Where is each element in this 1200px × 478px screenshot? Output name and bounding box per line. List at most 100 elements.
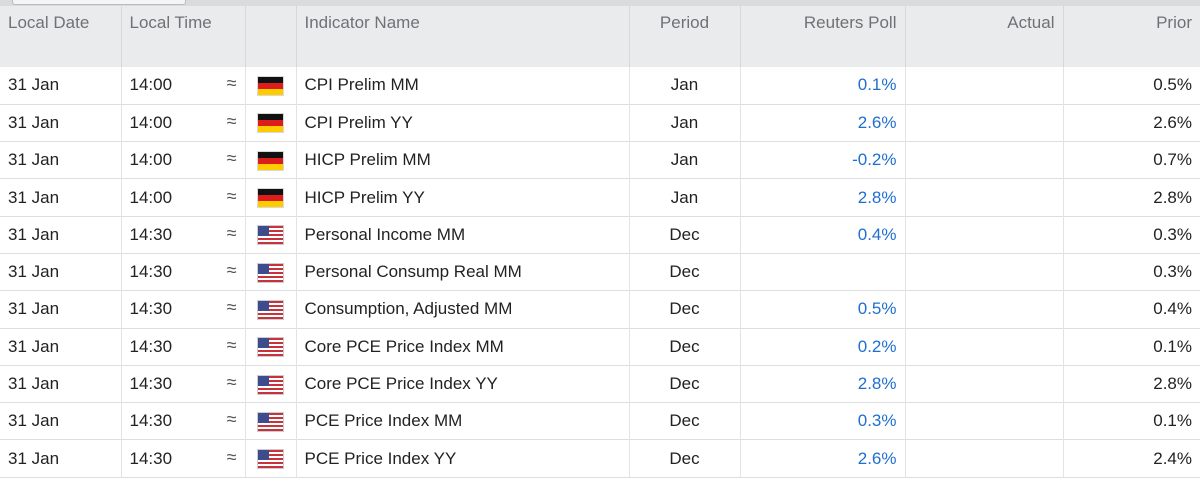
cell-indicator-name[interactable]: PCE Price Index YY [296, 439, 630, 478]
germany-flag-icon [258, 189, 283, 208]
cell-indicator-name[interactable]: HICP Prelim MM [296, 141, 630, 179]
cell-indicator-name[interactable]: Core PCE Price Index YY [296, 365, 630, 403]
cell-actual [905, 141, 1064, 179]
cell-prior: 0.1% [1153, 411, 1192, 431]
time-value: 14:00 [129, 150, 173, 170]
approx-icon: ≈ [226, 297, 237, 318]
cell-flag [245, 328, 297, 366]
header-actual[interactable]: Actual [905, 6, 1064, 67]
time-value: 14:30 [129, 262, 173, 282]
header-period[interactable]: Period [629, 6, 741, 67]
cell-reuters-poll: 2.8% [740, 178, 906, 217]
cell-reuters-poll: 0.2% [740, 328, 906, 366]
cell-date: 31 Jan [0, 328, 122, 366]
cell-actual [905, 365, 1064, 403]
cell-prior: 0.4% [1153, 299, 1192, 319]
table-row[interactable]: 31 Jan 14:00 ≈ HICP Prelim MM Jan -0.2% 0.7% [0, 141, 1200, 179]
cell-prior: 2.6% [1153, 112, 1192, 132]
header-indicator-name[interactable]: Indicator Name [296, 6, 630, 67]
cell-indicator-name[interactable]: Personal Income MM [296, 216, 630, 254]
table-row[interactable]: 31 Jan 14:00 ≈ CPI Prelim YY Jan 2.6% 2.6% [0, 104, 1200, 142]
approx-icon: ≈ [226, 110, 237, 131]
table-row[interactable]: 31 Jan 14:30 ≈ Personal Income MM Dec 0.4% 0.3… [0, 216, 1200, 254]
cell-actual [905, 290, 1064, 329]
cell-prior: 0.3% [1153, 224, 1192, 244]
cell-actual [905, 439, 1064, 478]
cell-period: Jan [629, 141, 741, 179]
approx-icon: ≈ [226, 446, 237, 467]
cell-flag [245, 141, 297, 179]
cell-flag [245, 253, 297, 291]
approx-icon: ≈ [226, 259, 237, 280]
header-reuters-poll[interactable]: Reuters Poll [740, 6, 906, 67]
table-row[interactable]: 31 Jan 14:00 ≈ CPI Prelim MM Jan 0.1% 0.5% [0, 67, 1200, 105]
cell-period: Jan [629, 178, 741, 217]
cell-actual [905, 104, 1064, 142]
cell-indicator-name[interactable]: HICP Prelim YY [296, 178, 630, 217]
table-row[interactable]: 31 Jan 14:00 ≈ HICP Prelim YY Jan 2.8% 2.8% [0, 178, 1200, 217]
approx-icon: ≈ [226, 409, 237, 430]
cell-flag [245, 365, 297, 403]
cell-period: Jan [629, 67, 741, 105]
time-value: 14:30 [129, 374, 173, 394]
cell-reuters-poll: 2.8% [740, 365, 906, 403]
cell-date: 31 Jan [0, 402, 122, 440]
us-flag-icon [258, 226, 283, 245]
cell-indicator-name[interactable]: CPI Prelim YY [296, 104, 630, 142]
time-value: 14:00 [129, 112, 173, 132]
header-local-time[interactable]: Local Time [121, 6, 246, 67]
cell-time: 14:30 ≈ [121, 402, 246, 440]
cell-period: Dec [629, 216, 741, 254]
cell-actual [905, 178, 1064, 217]
header-prior[interactable]: Prior [1063, 6, 1200, 67]
cell-prior: 2.4% [1153, 448, 1192, 468]
cell-actual [905, 67, 1064, 105]
cell-reuters-poll: 2.6% [740, 439, 906, 478]
cell-time: 14:30 ≈ [121, 253, 246, 291]
economic-calendar: Local Date Local Time Indicator Name Per… [0, 0, 1200, 478]
approx-icon: ≈ [226, 222, 237, 243]
cell-date: 31 Jan [0, 141, 122, 179]
cell-date: 31 Jan [0, 216, 122, 254]
cell-period: Dec [629, 253, 741, 291]
cell-reuters-poll: 0.1% [740, 67, 906, 105]
us-flag-icon [258, 338, 283, 357]
cell-indicator-name[interactable]: CPI Prelim MM [296, 67, 630, 105]
cell-reuters-poll: 0.5% [740, 290, 906, 329]
germany-flag-icon [258, 76, 283, 95]
cell-time: 14:30 ≈ [121, 290, 246, 329]
table-row[interactable]: 31 Jan 14:30 ≈ Core PCE Price Index MM Dec 0.… [0, 328, 1200, 366]
cell-indicator-name[interactable]: Core PCE Price Index MM [296, 328, 630, 366]
table-row[interactable]: 31 Jan 14:30 ≈ PCE Price Index YY Dec 2.6% 2.4… [0, 439, 1200, 478]
cell-flag [245, 178, 297, 217]
cell-period: Dec [629, 328, 741, 366]
time-value: 14:30 [129, 411, 173, 431]
cell-flag [245, 290, 297, 329]
cell-indicator-name[interactable]: Consumption, Adjusted MM [296, 290, 630, 329]
table-row[interactable]: 31 Jan 14:30 ≈ Core PCE Price Index YY Dec 2.… [0, 365, 1200, 403]
table-header-row: Local Date Local Time Indicator Name Per… [0, 6, 1200, 67]
cell-prior: 0.3% [1153, 262, 1192, 282]
cell-date: 31 Jan [0, 365, 122, 403]
cell-actual [905, 253, 1064, 291]
cell-date: 31 Jan [0, 290, 122, 329]
cell-period: Dec [629, 290, 741, 329]
cell-reuters-poll: 2.6% [740, 104, 906, 142]
approx-icon: ≈ [226, 334, 237, 355]
cell-actual [905, 402, 1064, 440]
us-flag-icon [258, 412, 283, 431]
table-row[interactable]: 31 Jan 14:30 ≈ Personal Consump Real MM Dec 0… [0, 253, 1200, 291]
cell-indicator-name[interactable]: PCE Price Index MM [296, 402, 630, 440]
us-flag-icon [258, 450, 283, 469]
approx-icon: ≈ [226, 148, 237, 169]
cell-indicator-name[interactable]: Personal Consump Real MM [296, 253, 630, 291]
cell-date: 31 Jan [0, 67, 122, 105]
table-row[interactable]: 31 Jan 14:30 ≈ PCE Price Index MM Dec 0.3% 0.1… [0, 402, 1200, 440]
toolbar-tab[interactable] [12, 0, 186, 5]
cell-actual [905, 328, 1064, 366]
cell-reuters-poll [740, 253, 906, 291]
table-row[interactable]: 31 Jan 14:30 ≈ Consumption, Adjusted MM Dec 0… [0, 290, 1200, 329]
header-local-date[interactable]: Local Date [0, 6, 122, 67]
cell-period: Dec [629, 365, 741, 403]
time-value: 14:30 [129, 336, 173, 356]
